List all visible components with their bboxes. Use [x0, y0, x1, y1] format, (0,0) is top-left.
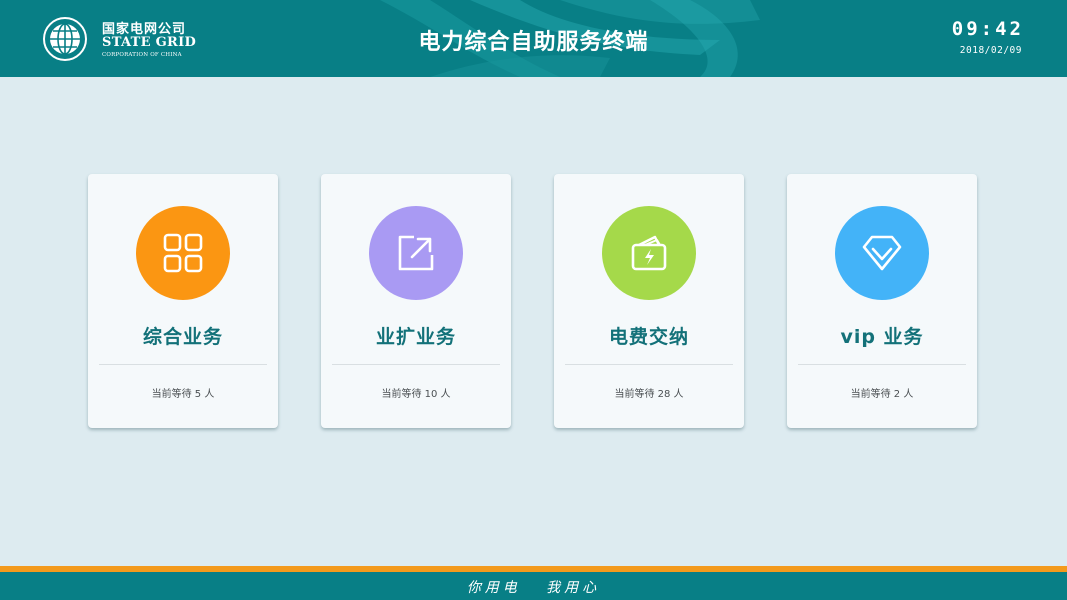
wallet-bolt-icon: [602, 206, 696, 300]
diamond-icon: [835, 206, 929, 300]
service-card-vip[interactable]: vip 业务 当前等待 2 人: [787, 174, 977, 428]
card-divider: [565, 364, 733, 365]
header-bar: 国家电网公司 STATE GRID CORPORATION OF CHINA 电…: [0, 0, 1067, 77]
page-title: 电力综合自助服务终端: [418, 30, 649, 55]
service-title: 综合业务: [142, 326, 223, 348]
grid-icon: [136, 206, 230, 300]
service-card-general[interactable]: 综合业务 当前等待 5 人: [88, 174, 278, 428]
service-card-bill-payment[interactable]: 电费交纳 当前等待 28 人: [554, 174, 744, 428]
service-card-expansion[interactable]: 业扩业务 当前等待 10 人: [321, 174, 511, 428]
footer-bar: 你用电 我用心: [0, 572, 1067, 600]
card-divider: [332, 364, 500, 365]
service-title: vip 业务: [840, 326, 924, 348]
queue-waiting-count: 当前等待 5 人: [151, 389, 215, 400]
footer-slogan: 你用电 我用心: [466, 580, 601, 596]
service-title: 电费交纳: [608, 326, 689, 348]
card-divider: [798, 364, 966, 365]
expand-arrow-icon: [369, 206, 463, 300]
queue-waiting-count: 当前等待 10 人: [381, 389, 451, 400]
clock-date: 2018/02/09: [959, 45, 1022, 56]
card-divider: [99, 364, 267, 365]
clock-time: 09:42: [951, 18, 1024, 40]
queue-waiting-count: 当前等待 2 人: [850, 389, 914, 400]
service-title: 业扩业务: [375, 326, 456, 348]
queue-waiting-count: 当前等待 28 人: [614, 389, 684, 400]
